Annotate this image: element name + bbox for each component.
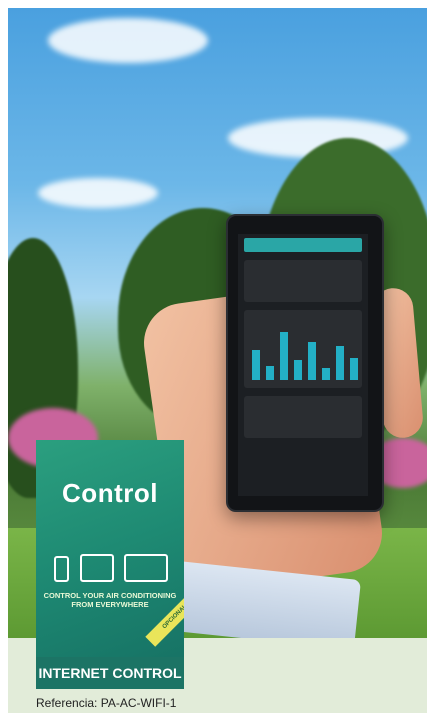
phone-bar-chart — [252, 330, 358, 380]
phone-temperature-card — [244, 260, 362, 302]
phone-chart-card — [244, 310, 362, 388]
chart-bar — [280, 332, 288, 380]
phone-energy-card — [244, 396, 362, 438]
laptop-icon — [124, 554, 168, 582]
chart-bar — [252, 350, 260, 380]
chart-bar — [294, 360, 302, 380]
chart-bar — [322, 368, 330, 380]
tablet-icon — [80, 554, 114, 582]
chart-bar — [350, 358, 358, 380]
product-tagline: CONTROL YOUR AIR CONDITIONING FROM EVERY… — [43, 591, 177, 609]
phone-screen — [238, 234, 368, 496]
product-box: Control CONTROL YOUR AIR CONDITIONING FR… — [36, 440, 184, 689]
chart-bar — [336, 346, 344, 380]
phone-icon — [54, 556, 69, 582]
phone-value — [244, 260, 362, 282]
product-footer: INTERNET CONTROL — [36, 657, 184, 689]
cloud — [48, 18, 208, 63]
smartphone — [226, 214, 384, 512]
product-title: Control — [62, 478, 158, 508]
cloud — [38, 178, 158, 208]
device-icons — [36, 552, 184, 582]
phone-app-header — [244, 238, 362, 252]
reference-code: Referencia: PA-AC-WIFI-1 — [36, 696, 177, 710]
chart-bar — [266, 366, 274, 380]
promo-card: Control CONTROL YOUR AIR CONDITIONING FR… — [8, 8, 427, 713]
chart-bar — [308, 342, 316, 380]
